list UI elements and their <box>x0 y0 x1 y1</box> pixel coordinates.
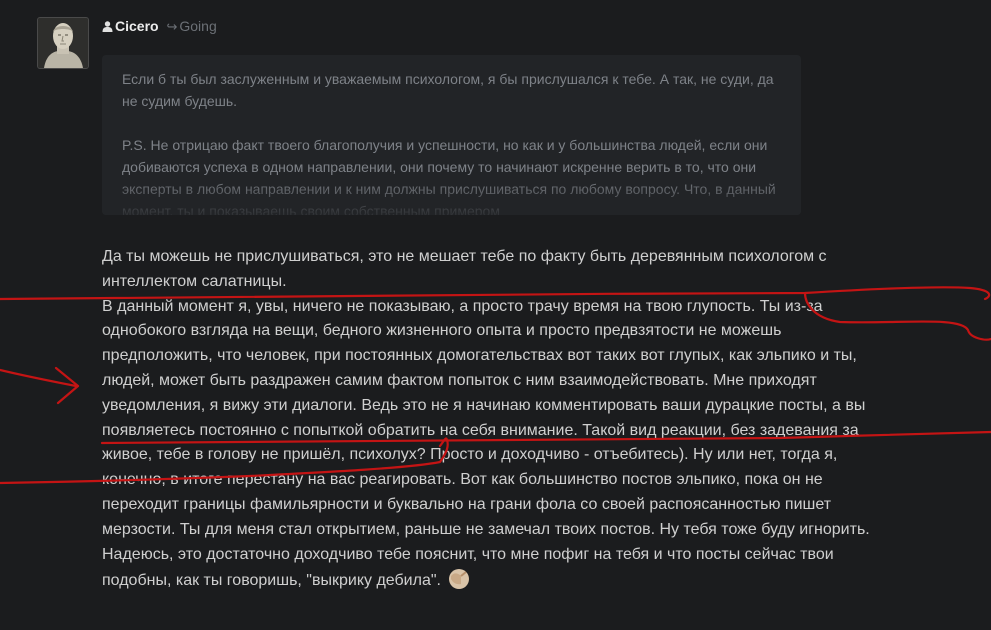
body-paragraph: Да ты можешь не прислушиваться, это не м… <box>102 248 827 290</box>
quote-paragraph: Если б ты был заслуженным и уважаемым пс… <box>122 71 774 109</box>
body-paragraph: В данный момент я, увы, ничего не показы… <box>102 297 870 590</box>
bust-avatar-icon <box>38 18 88 68</box>
user-icon <box>102 21 113 32</box>
arrow-shaft <box>0 368 78 388</box>
post-header: Cicero ↪ Going <box>102 17 217 36</box>
facepalm-emoji-icon <box>447 567 471 591</box>
post-body: Да ты можешь не прислушиваться, это не м… <box>102 245 892 594</box>
author-avatar[interactable] <box>37 17 89 69</box>
quote-fade <box>102 175 801 215</box>
quoted-message[interactable]: Если б ты был заслуженным и уважаемым пс… <box>102 55 801 215</box>
arrow-head <box>54 366 80 405</box>
author-name[interactable]: Cicero <box>115 18 159 34</box>
reply-target[interactable]: Going <box>179 18 216 34</box>
reply-arrow-icon: ↪ <box>166 19 178 34</box>
